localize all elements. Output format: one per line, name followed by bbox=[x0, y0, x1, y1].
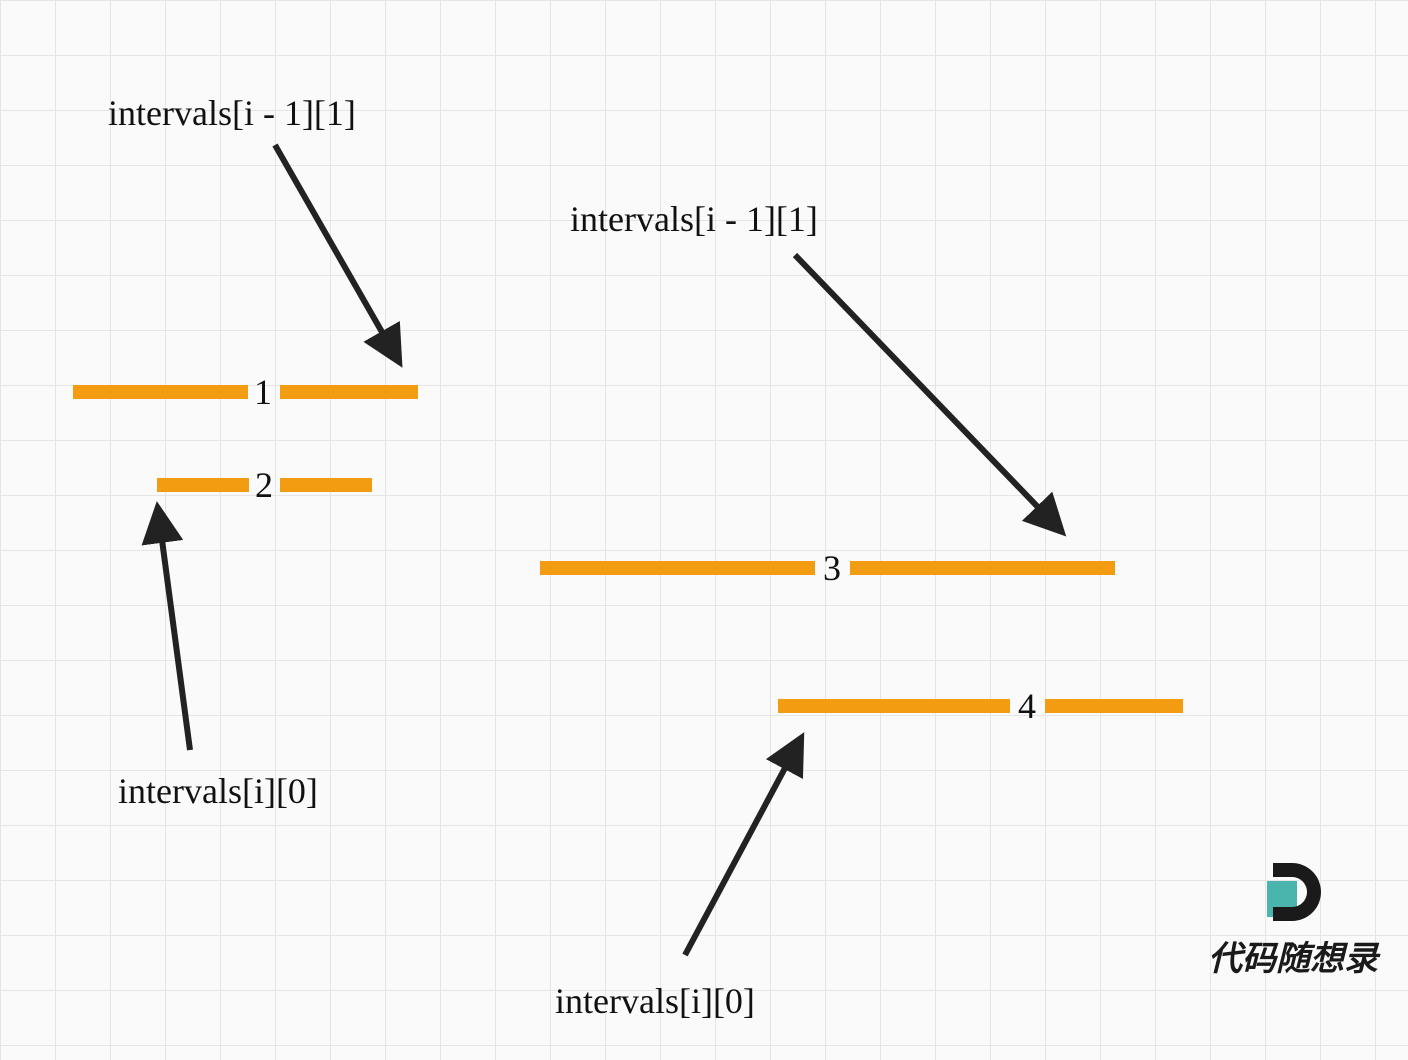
watermark-logo-d bbox=[1273, 863, 1321, 921]
arrows-layer bbox=[0, 0, 1408, 1060]
arrow-top-left bbox=[275, 145, 398, 360]
arrow-top-right bbox=[795, 255, 1060, 530]
watermark-text: 代码随想录 bbox=[1208, 931, 1378, 980]
watermark: 代码随想录 bbox=[1208, 863, 1378, 980]
arrow-bottom-left bbox=[158, 510, 190, 750]
arrow-bottom-right bbox=[685, 740, 800, 955]
watermark-logo bbox=[1263, 863, 1323, 923]
